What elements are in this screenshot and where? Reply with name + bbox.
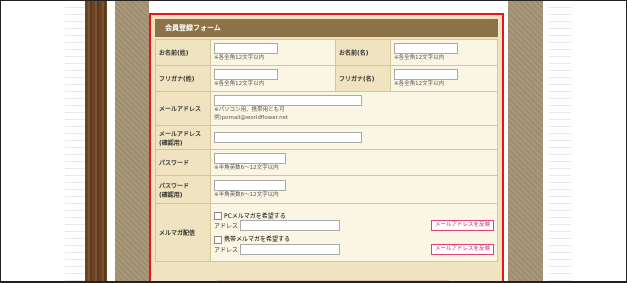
- cell-email-confirm: [210, 125, 498, 150]
- cell-name-mei: ※各全角12文字以内: [390, 39, 498, 66]
- mobile-address-row: アドレス メールアドレスを反映: [214, 243, 494, 255]
- pc-magazine-row: PCメルマガを希望する: [214, 211, 494, 220]
- pc-magazine-label: PCメルマガを希望する: [224, 212, 286, 220]
- label-password: パスワード: [155, 149, 211, 176]
- cell-kana-mei: ※各全角12文字以内: [390, 65, 498, 92]
- password-confirm-input[interactable]: [214, 180, 286, 191]
- pc-reflect-email-button[interactable]: メールアドレスを反映: [430, 220, 494, 231]
- note-email-1: ※パソコン用、携帯用とも可: [214, 107, 285, 113]
- right-notebook-lines: [549, 1, 571, 281]
- browser-frame: 会員登録フォーム お名前(姓) ※各全角12文字以内 お名前(名) ※各全角12…: [0, 0, 627, 283]
- registration-form-panel: 会員登録フォーム お名前(姓) ※各全角12文字以内 お名前(名) ※各全角12…: [149, 13, 504, 281]
- form-title: 会員登録フォーム: [155, 19, 498, 37]
- left-wood-border: [85, 1, 107, 281]
- name-mei-input[interactable]: [394, 43, 458, 54]
- label-kana-mei: フリガナ(名): [335, 65, 391, 92]
- cell-name-sei: ※各全角12文字以内: [210, 39, 336, 66]
- mobile-address-input[interactable]: [240, 243, 341, 255]
- label-name-mei: お名前(名): [335, 39, 391, 66]
- kana-mei-input[interactable]: [394, 69, 458, 80]
- label-email-confirm: メールアドレス (確認用): [155, 125, 211, 150]
- pc-address-group: アドレス: [214, 220, 341, 231]
- mobile-magazine-label: 携帯メルマガを希望する: [224, 236, 291, 243]
- mobile-address-label: アドレス: [214, 246, 239, 254]
- pc-magazine-checkbox[interactable]: [214, 212, 222, 220]
- note-kana-mei: ※各全角12文字以内: [394, 81, 445, 87]
- cell-password: ※半角英数6～12文字以内: [210, 149, 498, 176]
- label-email-confirm-line2: (確認用): [159, 139, 183, 147]
- kana-sei-input[interactable]: [214, 69, 278, 80]
- left-texture-strip: [115, 1, 149, 281]
- mobile-magazine-checkbox[interactable]: [214, 235, 222, 244]
- note-kana-sei: ※各全角12文字以内: [214, 81, 265, 87]
- email-confirm-input[interactable]: [214, 132, 362, 143]
- label-password-confirm-line1: パスワード: [159, 182, 190, 190]
- note-password-confirm: ※半角英数6～12文字以内: [214, 192, 279, 198]
- email-input[interactable]: [214, 95, 362, 106]
- pc-address-label: アドレス: [214, 223, 239, 230]
- left-notebook-lines: [65, 1, 87, 281]
- note-password: ※半角英数6～12文字以内: [214, 165, 279, 171]
- password-input[interactable]: [214, 153, 286, 164]
- cell-password-confirm: ※半角英数6～12文字以内: [210, 175, 498, 204]
- note-name-mei: ※各全角12文字以内: [394, 55, 445, 61]
- pc-address-input[interactable]: [240, 220, 341, 231]
- left-white-band: [107, 1, 115, 281]
- label-password-confirm: パスワード (確認用): [155, 175, 211, 204]
- label-magazine: メルマガ配信: [155, 203, 211, 262]
- label-name-sei: お名前(姓): [155, 39, 211, 66]
- mobile-address-group: アドレス: [214, 243, 341, 255]
- note-name-sei: ※各全角12文字以内: [214, 55, 265, 61]
- cell-email: ※パソコン用、携帯用とも可 例)pomail@worldflower.net: [210, 91, 498, 126]
- cell-magazine: PCメルマガを希望する アドレス メールアドレスを反映 携帯メルマガを希望する: [210, 203, 498, 262]
- label-email-confirm-line1: メールアドレス: [159, 130, 202, 138]
- pc-address-row: アドレス メールアドレスを反映: [214, 220, 494, 231]
- label-email: メールアドレス: [155, 91, 211, 126]
- label-kana-sei: フリガナ(姓): [155, 65, 211, 92]
- note-email-2: 例)pomail@worldflower.net: [214, 115, 289, 121]
- mobile-magazine-row: 携帯メルマガを希望する: [214, 234, 494, 244]
- cell-kana-sei: ※各全角12文字以内: [210, 65, 336, 92]
- registration-form-table: お名前(姓) ※各全角12文字以内 お名前(名) ※各全角12文字以内 フリガナ…: [155, 39, 498, 262]
- mobile-reflect-email-button[interactable]: メールアドレスを反映: [430, 243, 494, 255]
- name-sei-input[interactable]: [214, 43, 278, 54]
- label-password-confirm-line2: (確認用): [159, 191, 183, 199]
- right-texture-strip: [508, 1, 543, 281]
